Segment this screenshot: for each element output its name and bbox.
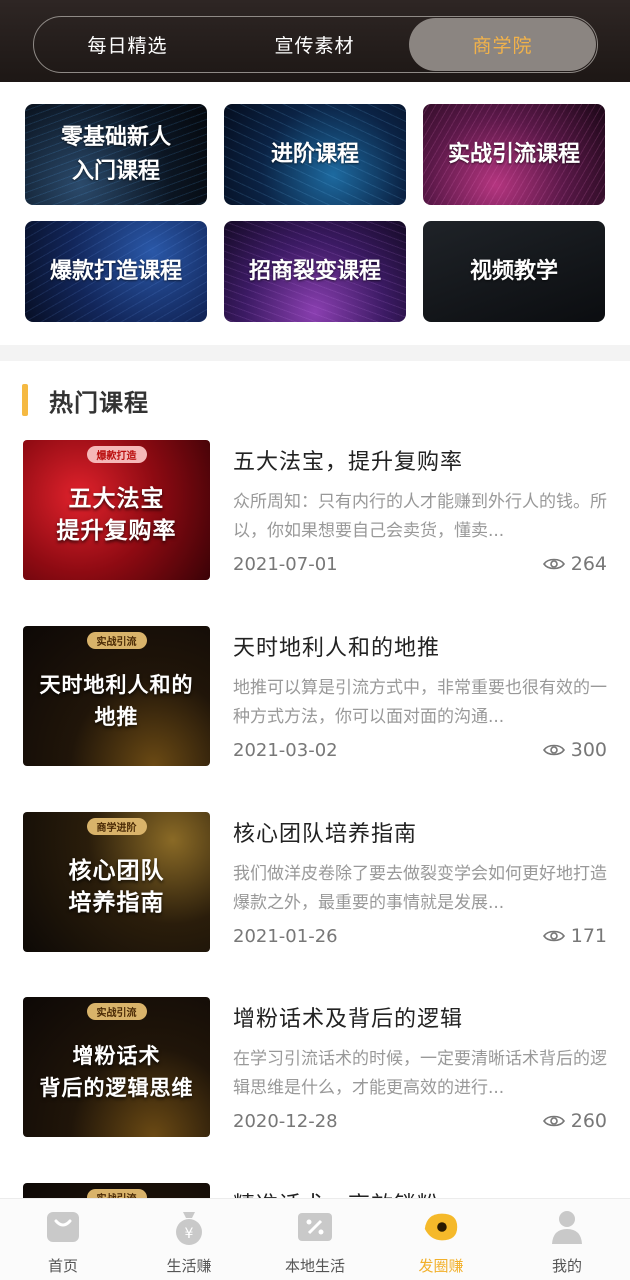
eye-icon (542, 744, 565, 756)
eye-icon (542, 558, 565, 570)
thumbnail-caption: 核心团队 培养指南 (68, 858, 165, 916)
course-description: 地推可以算是引流方式中，非常重要也很有效的一种方式方法，你可以面对面的沟通... (233, 678, 607, 727)
course-description: 我们做洋皮卷除了要去做裂变学会如何更好地打造爆款之外，最重要的事情就是发展... (233, 864, 607, 913)
view-count: 264 (542, 553, 607, 575)
profile-icon (547, 1207, 587, 1247)
course-date: 2021-07-01 (233, 554, 338, 575)
course-title[interactable]: 核心团队培养指南 (233, 816, 417, 848)
svg-text:¥: ¥ (185, 1226, 194, 1242)
category-advanced-course[interactable]: 进阶课程 (224, 104, 406, 205)
nav-label: 发圈赚 (418, 1257, 464, 1275)
thumbnail-caption: 天时地利人和的 地推 (39, 673, 194, 729)
thumbnail-badge: 爆款打造 (86, 446, 147, 463)
tab-promo-materials[interactable]: 宣传素材 (221, 17, 408, 72)
category-grid: 零基础新人 入门课程 进阶课程 实战引流课程 爆款打造课程 招商裂变课程 视频教学 (25, 104, 605, 322)
coupon-icon (295, 1207, 335, 1247)
course-title[interactable]: 天时地利人和的地推 (233, 630, 440, 662)
tab-daily-picks[interactable]: 每日精选 (34, 17, 221, 72)
course-thumbnail[interactable]: 爆款打造 五大法宝 提升复购率 (23, 440, 210, 580)
nav-life-earn[interactable]: ¥ 生活赚 (126, 1199, 252, 1280)
course-title[interactable]: 五大法宝，提升复购率 (233, 444, 463, 476)
category-label: 爆款打造课程 (49, 258, 182, 284)
thumbnail-caption: 增粉话术 背后的逻辑思维 (39, 1044, 194, 1100)
nav-label: 我的 (551, 1257, 582, 1275)
course-item[interactable]: 爆款打造 五大法宝 提升复购率 五大法宝，提升复购率 众所周知：只有内行的人才能赚… (23, 440, 613, 582)
course-description: 在学习引流话术的时候，一定要清晰话术背后的逻辑思维是什么，才能更高效的进行... (233, 1049, 607, 1098)
nav-label: 生活赚 (166, 1257, 212, 1275)
nav-home[interactable]: 首页 (0, 1199, 126, 1280)
course-item[interactable]: 实战引流 增粉话术 背后的逻辑思维 增粉话术及背后的逻辑 在学习引流话术的时候，一… (23, 997, 613, 1139)
section-header: 热门课程 (22, 382, 149, 418)
category-hit-product-course[interactable]: 爆款打造课程 (25, 221, 207, 322)
thumbnail-caption: 五大法宝 提升复购率 (56, 486, 177, 544)
nav-share-earn[interactable]: 发圈赚 (378, 1199, 504, 1280)
nav-local-life[interactable]: 本地生活 (252, 1199, 378, 1280)
course-thumbnail[interactable]: 商学进阶 核心团队 培养指南 (23, 812, 210, 952)
top-header: 每日精选 宣传素材 商学院 (0, 0, 630, 82)
home-bag-icon (43, 1207, 83, 1247)
nav-label: 首页 (47, 1257, 78, 1275)
course-date: 2020-12-28 (233, 1111, 338, 1132)
money-bag-icon: ¥ (169, 1207, 209, 1247)
category-beginner-course[interactable]: 零基础新人 入门课程 (25, 104, 207, 205)
view-count: 300 (542, 739, 607, 761)
category-video-teaching[interactable]: 视频教学 (423, 221, 605, 322)
bottom-nav: 首页 ¥ 生活赚 本地生活 发圈赚 我的 (0, 1198, 630, 1280)
category-label: 实战引流课程 (447, 141, 580, 167)
category-label: 招商裂变课程 (248, 258, 381, 284)
section-title: 热门课程 (49, 388, 149, 417)
section-accent-bar (22, 384, 28, 416)
course-item[interactable]: 实战引流 天时地利人和的 地推 天时地利人和的地推 地推可以算是引流方式中，非常重… (23, 626, 613, 768)
course-thumbnail[interactable]: 实战引流 增粉话术 背后的逻辑思维 (23, 997, 210, 1137)
course-date: 2021-01-26 (233, 926, 338, 947)
category-label: 零基础新人 入门课程 (60, 124, 171, 184)
segmented-tabs: 每日精选 宣传素材 商学院 (33, 16, 598, 73)
course-title[interactable]: 增粉话术及背后的逻辑 (233, 1001, 463, 1033)
eye-icon (542, 1115, 565, 1127)
category-traffic-course[interactable]: 实战引流课程 (423, 104, 605, 205)
course-list[interactable]: 爆款打造 五大法宝 提升复购率 五大法宝，提升复购率 众所周知：只有内行的人才能赚… (0, 440, 630, 1200)
thumbnail-badge: 实战引流 (86, 632, 147, 649)
thumbnail-badge: 商学进阶 (86, 818, 147, 835)
course-item[interactable]: 商学进阶 核心团队 培养指南 核心团队培养指南 我们做洋皮卷除了要去做裂变学会如何… (23, 812, 613, 954)
tab-business-school[interactable]: 商学院 (409, 18, 596, 71)
view-count: 171 (542, 925, 607, 947)
section-divider (0, 345, 630, 361)
thumbnail-badge: 实战引流 (86, 1003, 147, 1020)
nav-profile[interactable]: 我的 (504, 1199, 630, 1280)
view-count: 260 (542, 1110, 607, 1132)
course-description: 众所周知：只有内行的人才能赚到外行人的钱。所以，你如果想要自己会卖货，懂卖... (233, 492, 607, 541)
nav-label: 本地生活 (284, 1257, 345, 1275)
category-label: 视频教学 (469, 258, 558, 284)
category-label: 进阶课程 (270, 141, 359, 167)
circle-share-icon (421, 1207, 461, 1247)
category-fission-course[interactable]: 招商裂变课程 (224, 221, 406, 322)
course-thumbnail[interactable]: 实战引流 天时地利人和的 地推 (23, 626, 210, 766)
course-date: 2021-03-02 (233, 740, 338, 761)
eye-icon (542, 930, 565, 942)
